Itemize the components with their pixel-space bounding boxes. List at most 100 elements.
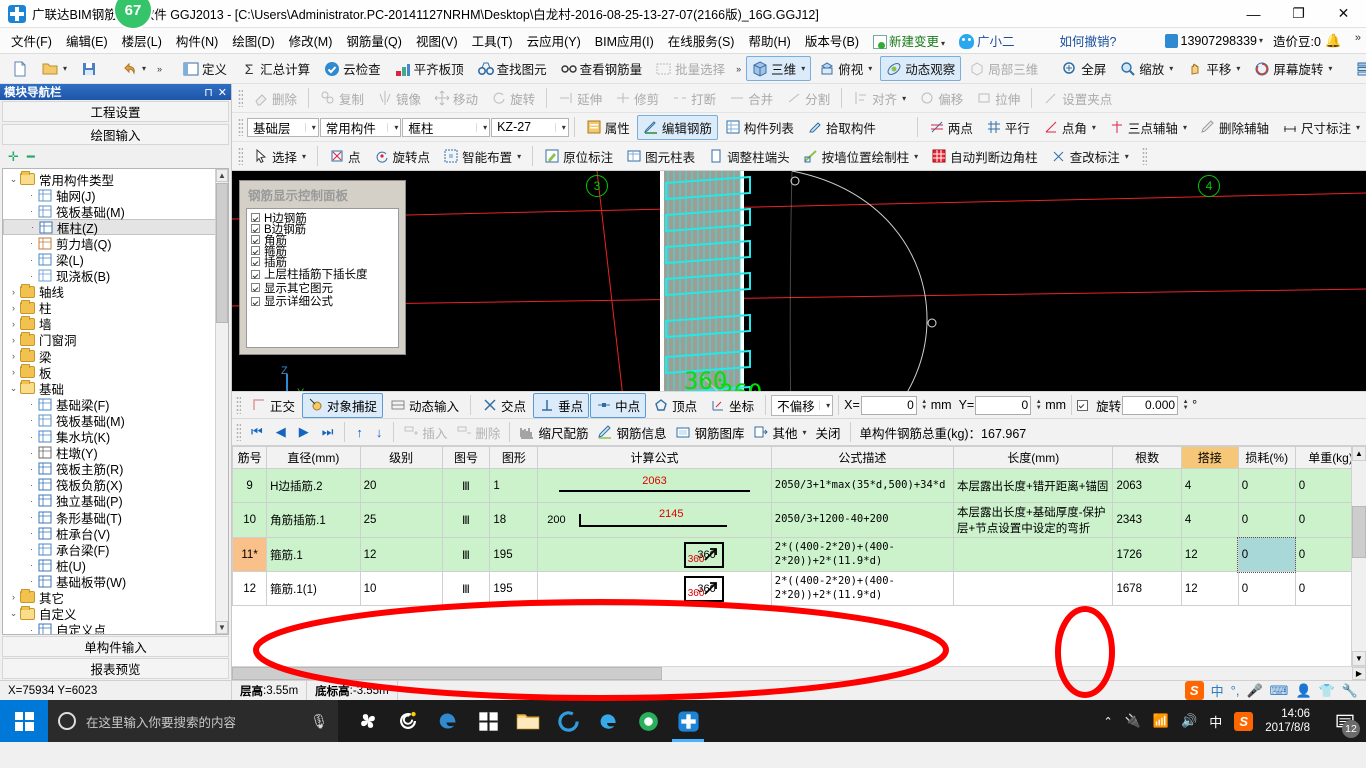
- chevron-down-icon[interactable]: ▾: [914, 152, 918, 161]
- chevron-down-icon[interactable]: ▾: [803, 428, 807, 437]
- auto-corner-column-button[interactable]: 自动判断边角柱: [925, 144, 1044, 169]
- dimension-button[interactable]: 尺寸标注 ▾: [1276, 115, 1366, 140]
- ime-cn-icon[interactable]: 中: [1211, 681, 1224, 700]
- chevron-down-icon[interactable]: ▾: [1259, 36, 1263, 45]
- extend-button[interactable]: 延伸: [552, 86, 608, 111]
- tree-item-23[interactable]: · 承台梁(F): [3, 541, 228, 558]
- rebar-display-panel[interactable]: 钢筋显示控制面板 H边钢筋 B边钢筋 角筋 箍筋 插筋 上层柱插筋下插长度 显示…: [239, 180, 406, 355]
- component-list-button[interactable]: 构件列表: [719, 115, 800, 140]
- stretch-button[interactable]: 拉伸: [970, 86, 1026, 111]
- cell-diameter[interactable]: 25: [359, 502, 443, 538]
- shirt-icon[interactable]: 👕: [1319, 683, 1335, 699]
- rebar-table-container[interactable]: 筋号 直径(mm) 级别 图号 图形 计算公式 公式描述 长度(mm) 根数 搭接 损耗(%) 单重(…: [232, 446, 1366, 666]
- draw-column-by-wall-button[interactable]: 按墙位置绘制柱 ▾: [797, 144, 925, 169]
- cloud-check-button[interactable]: 云检查: [318, 56, 387, 81]
- flush-slab-top-button[interactable]: 平齐板顶: [389, 56, 470, 81]
- cell-loss[interactable]: 0: [1294, 502, 1351, 538]
- chevron-down-icon[interactable]: ▾: [517, 152, 521, 161]
- rebar-display-checkbox-list[interactable]: H边钢筋 B边钢筋 角筋 箍筋 插筋 上层柱插筋下插长度 显示其它图元 显示详细…: [246, 208, 399, 348]
- punctuation-icon[interactable]: °,: [1231, 683, 1240, 698]
- cell-shape[interactable]: 360 360: [537, 571, 772, 606]
- ortho-toggle[interactable]: 正交: [245, 393, 301, 418]
- table-vertical-scrollbar[interactable]: ▲ ▼: [1351, 446, 1366, 666]
- tree-item-10[interactable]: › 门窗洞: [3, 331, 228, 348]
- properties-button[interactable]: 属性: [580, 115, 636, 140]
- rebar-table[interactable]: 筋号 直径(mm) 级别 图号 图形 计算公式 公式描述 长度(mm) 根数 搭接 损耗(%) 单重(…: [232, 446, 1351, 606]
- scroll-thumb[interactable]: [216, 183, 228, 323]
- tree-item-6[interactable]: · 现浇板(B): [3, 268, 228, 284]
- tree-expander-icon[interactable]: ⌄: [7, 174, 20, 185]
- view-rebar-amount-button[interactable]: 查看钢筋量: [555, 56, 649, 81]
- cell-shape[interactable]: 200 2145: [537, 502, 772, 538]
- select-tool-button[interactable]: 选择 ▾: [247, 144, 312, 169]
- cell-figure-no[interactable]: 1: [489, 468, 539, 503]
- menu-floor[interactable]: 楼层(L): [115, 28, 169, 53]
- checkbox-show-detailed-formula[interactable]: 显示详细公式: [251, 294, 398, 308]
- zoom-button[interactable]: 缩放 ▾: [1114, 56, 1179, 81]
- rotate-point-button[interactable]: 旋转点: [368, 144, 437, 169]
- tree-item-13[interactable]: ⌄ 基础: [3, 380, 228, 397]
- cell-description[interactable]: [952, 571, 1114, 606]
- save-button[interactable]: [75, 58, 103, 80]
- table-header-5[interactable]: 计算公式: [537, 446, 772, 469]
- menu-tools[interactable]: 工具(T): [465, 28, 520, 53]
- project-settings-button[interactable]: 工程设置: [2, 101, 229, 122]
- file-explorer-icon[interactable]: [516, 709, 540, 733]
- cell-grade[interactable]: Ⅲ: [441, 537, 491, 572]
- break-button[interactable]: 打断: [666, 86, 722, 111]
- maximize-button[interactable]: ❐: [1276, 0, 1321, 28]
- scroll-up-icon[interactable]: ▲: [1352, 446, 1366, 461]
- cell-bar-name[interactable]: 箍筋.1(1): [266, 571, 361, 606]
- drag-handle[interactable]: [238, 147, 243, 165]
- level-combo[interactable]: 基础层 ▾: [247, 117, 319, 137]
- start-button[interactable]: [0, 700, 48, 742]
- cell-formula[interactable]: 2050/3+1200-40+200: [770, 502, 955, 538]
- tree-item-5[interactable]: · 梁(L): [3, 251, 228, 268]
- new-change-button[interactable]: 新建变更 ▾: [866, 28, 952, 53]
- menu-version[interactable]: 版本号(B): [798, 28, 866, 53]
- trim-button[interactable]: 修剪: [609, 86, 665, 111]
- cell-grade[interactable]: Ⅲ: [441, 468, 491, 503]
- menu-component[interactable]: 构件(N): [169, 28, 225, 53]
- prev-row-button[interactable]: ◀: [270, 424, 292, 440]
- cell-length[interactable]: 1678: [1112, 571, 1182, 606]
- table-horizontal-scrollbar[interactable]: ▶: [232, 666, 1366, 680]
- menu-cloud[interactable]: 云应用(Y): [520, 28, 588, 53]
- tree-item-27[interactable]: ⌄ 自定义: [3, 605, 228, 622]
- pan-button[interactable]: 平移 ▾: [1181, 56, 1246, 81]
- rotate-button[interactable]: 旋转: [485, 86, 541, 111]
- tree-item-25[interactable]: · 基础板带(W): [3, 573, 228, 590]
- table-header-2[interactable]: 级别: [359, 446, 443, 469]
- select-floor-button[interactable]: 选择楼层: [1350, 56, 1366, 81]
- tree-expander-icon[interactable]: ›: [7, 287, 20, 297]
- chevron-down-icon[interactable]: ▾: [801, 64, 805, 73]
- cell-count[interactable]: 12: [1180, 537, 1239, 572]
- inplace-annotation-button[interactable]: 原位标注: [538, 144, 619, 169]
- pick-component-button[interactable]: 拾取构件: [801, 115, 882, 140]
- tree-item-0[interactable]: ⌄ 常用构件类型: [3, 171, 228, 188]
- move-down-button[interactable]: ↓: [370, 425, 389, 440]
- taskbar-search[interactable]: 在这里输入你要搜索的内容 🎙: [48, 700, 338, 742]
- cell-count[interactable]: 4: [1180, 468, 1239, 503]
- coordinate-snap-toggle[interactable]: 坐标: [704, 393, 760, 418]
- cell-shape[interactable]: 2063: [537, 468, 772, 503]
- delete-button[interactable]: 删除: [247, 86, 303, 111]
- close-grid-button[interactable]: 关闭: [812, 421, 845, 444]
- menu-file[interactable]: 文件(F): [4, 28, 59, 53]
- drawing-canvas[interactable]: 3 4 Z Y X 360 360 2*((400-2*20)+(400-2*2…: [232, 171, 1366, 391]
- first-row-button[interactable]: ⏮: [245, 424, 269, 440]
- tree-expander-icon[interactable]: ›: [7, 303, 20, 313]
- ggj-app-icon[interactable]: [672, 709, 704, 742]
- chevron-down-icon[interactable]: ▾: [1125, 152, 1129, 161]
- other-menu-button[interactable]: 其他 ▾: [749, 421, 810, 444]
- row-number[interactable]: 10: [232, 502, 268, 538]
- fan-app-icon[interactable]: [356, 709, 380, 733]
- table-row[interactable]: 11* 箍筋.1 12 Ⅲ 195 360 360 2*((400-2*20)+(400-2*…: [232, 536, 1351, 573]
- find-element-button[interactable]: 查找图元: [472, 56, 553, 81]
- tree-scrollbar[interactable]: ▲ ▼: [215, 169, 228, 634]
- cell-diameter[interactable]: 12: [359, 537, 443, 572]
- cell-description[interactable]: 本层露出长度+基础厚度-保护层+节点设置中设定的弯折: [952, 502, 1114, 538]
- tree-item-12[interactable]: › 板: [3, 364, 228, 381]
- perpendicular-snap-toggle[interactable]: 垂点: [533, 392, 590, 418]
- insert-row-button[interactable]: 插入: [399, 421, 451, 444]
